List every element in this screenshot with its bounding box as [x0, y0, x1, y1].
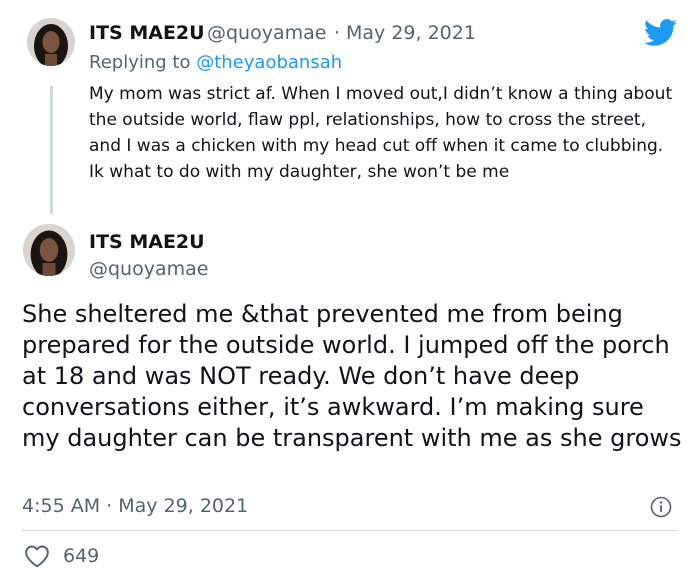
replying-to-handle-link[interactable]: @theyaobansah: [196, 52, 342, 73]
replying-to-line: Replying to @theyaobansah: [89, 52, 342, 73]
reply-author-name[interactable]: ITS MAE2U: [89, 22, 205, 44]
heart-icon: [25, 545, 49, 568]
thread-connector-line: [50, 86, 53, 214]
like-count[interactable]: 649: [63, 545, 99, 567]
reply-date-separator: ·: [334, 22, 341, 44]
tweet-divider: [22, 530, 678, 531]
reply-date[interactable]: May 29, 2021: [346, 22, 476, 44]
main-author-handle[interactable]: @quoyamae: [89, 258, 208, 280]
tweet-time: 4:55 AM: [22, 495, 101, 517]
main-author-avatar[interactable]: [23, 224, 75, 276]
tweet-timestamp[interactable]: 4:55 AM · May 29, 2021: [22, 495, 248, 517]
reply-tweet-text: My mom was strict af. When I moved out,I…: [89, 84, 673, 182]
main-author-name[interactable]: ITS MAE2U: [89, 231, 205, 253]
replying-to-prefix: Replying to: [89, 52, 191, 73]
info-icon[interactable]: [650, 496, 672, 522]
twitter-bird-icon: [643, 19, 678, 51]
timestamp-separator: ·: [106, 495, 113, 517]
like-button[interactable]: [24, 544, 50, 572]
tweet-date: May 29, 2021: [118, 495, 249, 517]
reply-author-handle[interactable]: @quoyamae: [207, 22, 326, 44]
reply-author-avatar[interactable]: [27, 18, 75, 66]
main-tweet-text: She sheltered me &that prevented me from…: [22, 300, 682, 452]
